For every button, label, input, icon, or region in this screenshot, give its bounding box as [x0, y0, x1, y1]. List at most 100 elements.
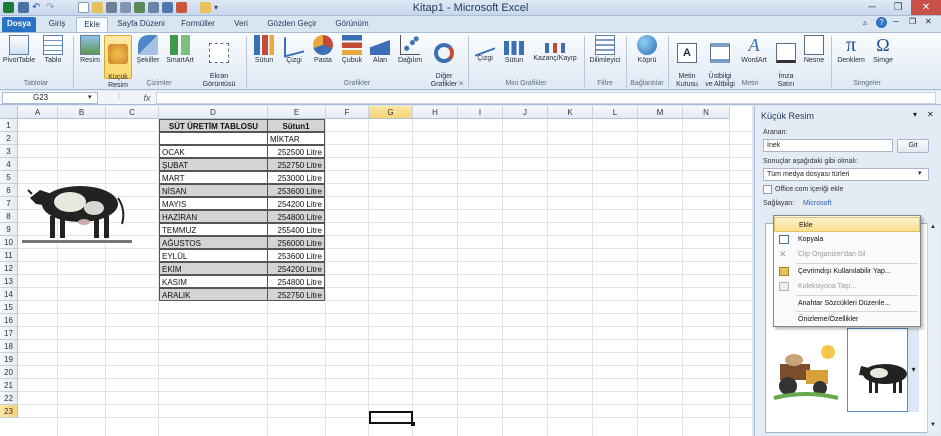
table-amount-cell[interactable]: 253000 Litre	[267, 171, 325, 184]
table-amount-cell[interactable]: 252750 Litre	[267, 288, 325, 301]
table-empty-cell[interactable]	[159, 132, 268, 145]
table-amount-cell[interactable]: 254200 Litre	[267, 262, 325, 275]
media-type-dropdown-icon[interactable]: ▾	[918, 169, 922, 177]
row-header-20[interactable]: 20	[0, 366, 18, 379]
row-header-19[interactable]: 19	[0, 353, 18, 366]
column-header-l[interactable]: L	[593, 106, 638, 119]
column-header-g[interactable]: G	[369, 106, 413, 119]
tab-formulas[interactable]: Formüller	[176, 17, 220, 32]
minimize-icon[interactable]: ─	[859, 0, 885, 15]
tab-review[interactable]: Gözden Geçir	[262, 17, 322, 32]
column-header-f[interactable]: F	[326, 106, 369, 119]
table-amount-cell[interactable]: 254800 Litre	[267, 275, 325, 288]
table-amount-cell[interactable]: 256000 Litre	[267, 236, 325, 249]
table-amount-cell[interactable]: 253600 Litre	[267, 184, 325, 197]
go-button[interactable]: Git	[897, 139, 929, 153]
table-column-header-cell[interactable]: Sütun1	[267, 119, 325, 132]
wordart-button[interactable]: A WordArt	[738, 35, 770, 79]
row-header-4[interactable]: 4	[0, 158, 18, 171]
table-month-cell[interactable]: OCAK	[159, 145, 268, 158]
name-box[interactable]: G23	[2, 92, 98, 104]
row-header-10[interactable]: 10	[0, 236, 18, 249]
row-header-8[interactable]: 8	[0, 210, 18, 223]
row-header-22[interactable]: 22	[0, 392, 18, 405]
table-amount-cell[interactable]: 254200 Litre	[267, 197, 325, 210]
table-month-cell[interactable]: EYLÜL	[159, 249, 268, 262]
scatter-chart-button[interactable]: Dağılım	[395, 35, 425, 79]
table-title-cell[interactable]: SÜT ÜRETİM TABLOSU	[159, 119, 268, 132]
object-button[interactable]: Nesne	[801, 35, 827, 79]
pane-options-icon[interactable]: ▾	[913, 110, 917, 119]
column-header-h[interactable]: H	[413, 106, 458, 119]
media-type-select[interactable]: Tüm medya dosyası türleri	[763, 168, 929, 181]
column-header-b[interactable]: B	[58, 106, 106, 119]
menu-item-insert[interactable]: Ekle	[774, 217, 920, 232]
table-month-cell[interactable]: KASIM	[159, 275, 268, 288]
pivottable-button[interactable]: PivotTable	[2, 35, 36, 79]
table-amount-cell[interactable]: 252500 Litre	[267, 145, 325, 158]
menu-item-delete[interactable]: ✕ Clip Organizer'dan Sil	[774, 247, 920, 262]
select-all-corner[interactable]	[0, 106, 18, 119]
smartart-button[interactable]: SmartArt	[164, 35, 196, 79]
row-header-21[interactable]: 21	[0, 379, 18, 392]
tractor-clipart-thumbnail[interactable]	[772, 342, 840, 404]
clipart-button[interactable]: Küçük Resim	[104, 35, 132, 89]
column-header-n[interactable]: N	[683, 106, 730, 119]
charts-dialog-launcher-icon[interactable]: ⇲	[458, 80, 463, 87]
tab-data[interactable]: Veri	[228, 17, 254, 32]
table-amount-cell[interactable]: 254800 Litre	[267, 210, 325, 223]
bar-chart-button[interactable]: Çubuk	[338, 35, 366, 79]
pie-chart-button[interactable]: Pasta	[310, 35, 336, 79]
window-close-icon[interactable]: ✕	[925, 17, 932, 26]
menu-item-preview-properties[interactable]: Önizleme/Özellikler	[774, 312, 920, 327]
tab-file[interactable]: Dosya	[2, 17, 36, 32]
sparkline-column-button[interactable]: Sütun	[500, 35, 528, 79]
table-month-cell[interactable]: ŞUBAT	[159, 158, 268, 171]
insert-function-button[interactable]: fx	[140, 91, 154, 105]
row-header-18[interactable]: 18	[0, 340, 18, 353]
thumbnail-dropdown-button[interactable]: ▾	[907, 328, 919, 412]
pane-close-icon[interactable]: ✕	[927, 110, 934, 119]
window-restore-icon[interactable]: ❐	[909, 17, 916, 26]
help-icon[interactable]: ?	[876, 17, 887, 28]
tab-insert[interactable]: Ekle	[76, 17, 108, 32]
table-month-cell[interactable]: ARALIK	[159, 288, 268, 301]
table-month-cell[interactable]: EKİM	[159, 262, 268, 275]
menu-item-move-collection[interactable]: Koleksiyona Taşı...	[774, 279, 920, 294]
results-scrollbar[interactable]	[927, 223, 939, 433]
win-loss-button[interactable]: Kazanç/Kayıp	[530, 35, 580, 79]
tab-page-layout[interactable]: Sayfa Düzeni	[112, 17, 170, 32]
tab-home[interactable]: Giriş	[42, 17, 72, 32]
header-footer-button[interactable]: Üstbilgi ve Altbilgi	[703, 35, 737, 88]
sparkline-line-button[interactable]: Çizgi	[472, 35, 498, 79]
office-checkbox[interactable]	[763, 185, 772, 194]
row-header-3[interactable]: 3	[0, 145, 18, 158]
fill-handle[interactable]	[411, 422, 415, 426]
area-chart-button[interactable]: Alan	[367, 35, 393, 79]
table-amount-cell[interactable]: 252750 Litre	[267, 158, 325, 171]
column-header-d[interactable]: D	[159, 106, 268, 119]
table-month-cell[interactable]: NİSAN	[159, 184, 268, 197]
provider-link[interactable]: Microsoft	[803, 200, 831, 207]
row-header-17[interactable]: 17	[0, 327, 18, 340]
row-header-12[interactable]: 12	[0, 262, 18, 275]
window-min-icon[interactable]: ─	[893, 17, 899, 26]
column-header-e[interactable]: E	[268, 106, 326, 119]
minimize-ribbon-icon[interactable]: ▵	[863, 18, 867, 27]
table-month-cell[interactable]: TEMMUZ	[159, 223, 268, 236]
column-chart-button[interactable]: Sütun	[250, 35, 278, 79]
signature-button[interactable]: İmza Satırı	[772, 35, 800, 88]
other-charts-button[interactable]: Diğer Grafikler	[426, 35, 462, 88]
column-header-j[interactable]: J	[503, 106, 548, 119]
table-month-cell[interactable]: AĞUSTOS	[159, 236, 268, 249]
picture-button[interactable]: Resim	[76, 35, 104, 79]
row-header-7[interactable]: 7	[0, 197, 18, 210]
row-header-13[interactable]: 13	[0, 275, 18, 288]
menu-item-edit-keywords[interactable]: Anahtar Sözcükleri Düzenle...	[774, 296, 920, 311]
name-box-dropdown-icon[interactable]: ▾	[88, 93, 92, 101]
row-header-1[interactable]: 1	[0, 119, 18, 132]
slicer-button[interactable]: Dilimleyici	[586, 35, 624, 79]
row-header-2[interactable]: 2	[0, 132, 18, 145]
menu-item-make-offline[interactable]: Çevrimdışı Kullanılabilir Yap...	[774, 264, 920, 279]
table-month-cell[interactable]: MAYIS	[159, 197, 268, 210]
